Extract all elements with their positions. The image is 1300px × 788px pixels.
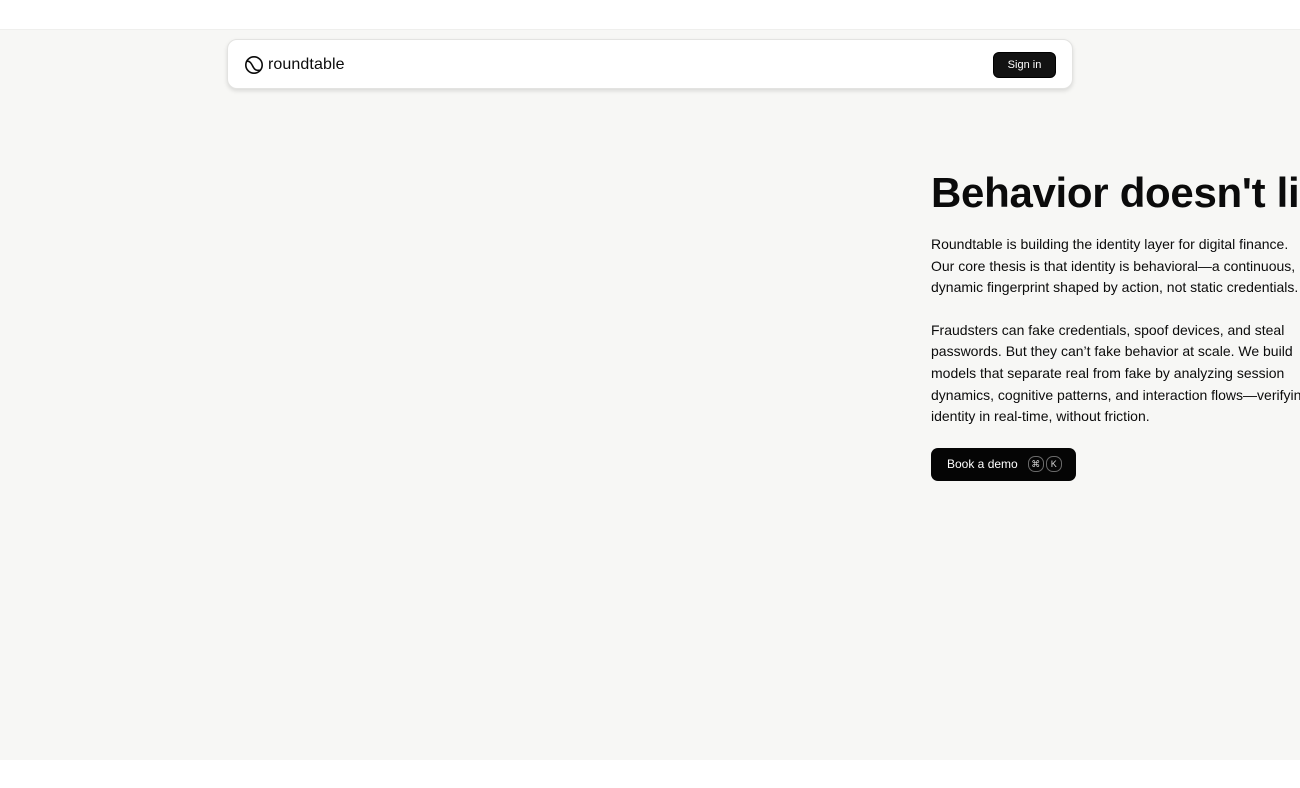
- page-surface: roundtable Sign in Behavior doesn't lie …: [0, 29, 1300, 760]
- command-key-icon: ⌘: [1027, 456, 1044, 473]
- hero-title: Behavior doesn't lie: [931, 169, 1300, 216]
- top-navbar: roundtable Sign in: [227, 39, 1073, 89]
- book-demo-label: Book a demo: [947, 456, 1018, 471]
- hero-paragraph-fraud: Fraudsters can fake credentials, spoof d…: [931, 321, 1300, 425]
- hero-paragraph-intro: Roundtable is building the identity laye…: [931, 236, 1299, 296]
- sign-in-button[interactable]: Sign in: [993, 52, 1056, 78]
- keyboard-shortcut-hint: ⌘ K: [1027, 456, 1062, 473]
- browser-viewport: roundtable Sign in Behavior doesn't lie …: [0, 0, 1300, 788]
- book-demo-button[interactable]: Book a demo ⌘ K: [931, 447, 1076, 481]
- brand-name: roundtable: [268, 56, 345, 73]
- roundtable-logo-icon: [245, 56, 263, 74]
- brand-logo-link[interactable]: roundtable: [244, 54, 345, 76]
- hero-section: Behavior doesn't lie Roundtable is build…: [931, 170, 1300, 481]
- k-key-icon: K: [1045, 456, 1062, 473]
